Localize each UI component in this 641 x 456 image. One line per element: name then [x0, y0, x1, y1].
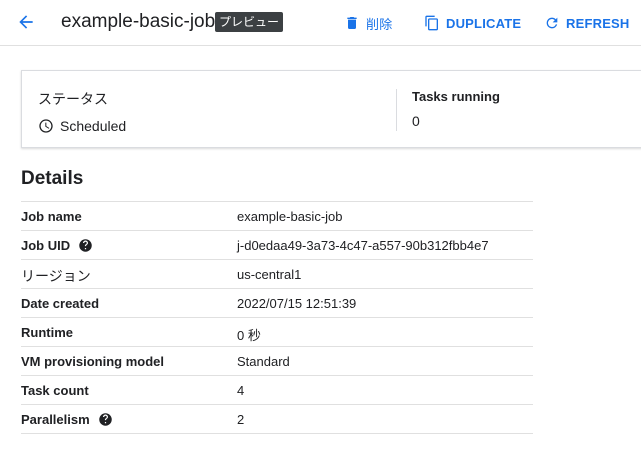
table-row: Parallelism 2	[21, 405, 533, 434]
row-value: Standard	[237, 354, 290, 369]
row-key: Parallelism	[21, 412, 113, 427]
divider	[396, 89, 397, 131]
duplicate-button[interactable]: DUPLICATE	[424, 13, 521, 33]
back-button[interactable]	[12, 8, 40, 36]
row-key: Job UID	[21, 238, 93, 253]
tasks-running-label: Tasks running	[412, 89, 500, 104]
status-value: Scheduled	[38, 118, 126, 134]
row-value: j-d0edaa49-3a73-4c47-a557-90b312fbb4e7	[237, 238, 489, 253]
copy-icon	[424, 15, 440, 31]
delete-button[interactable]: 削除	[344, 13, 392, 33]
arrow-back-icon	[19, 15, 33, 29]
status-label: ステータス	[38, 91, 108, 107]
row-value: example-basic-job	[237, 209, 343, 224]
refresh-icon	[544, 15, 560, 31]
row-value: 2	[237, 412, 245, 427]
refresh-button[interactable]: REFRESH	[544, 13, 630, 33]
row-value: 2022/07/15 12:51:39	[237, 296, 357, 311]
table-row: VM provisioning model Standard	[21, 347, 533, 376]
row-value: 0 秒	[237, 328, 261, 343]
table-row: Job name example-basic-job	[21, 202, 533, 231]
preview-badge: プレビュー	[215, 12, 284, 32]
page-title: example-basic-job	[61, 11, 216, 32]
row-key-label: Parallelism	[21, 412, 90, 427]
status-section: ステータス Scheduled	[38, 89, 126, 134]
row-key-label: Job UID	[21, 238, 71, 253]
refresh-label: REFRESH	[566, 15, 630, 31]
table-row: Task count 4	[21, 376, 533, 405]
details-title: Details	[21, 168, 84, 189]
tasks-running-section: Tasks running 0	[412, 89, 500, 129]
clock-icon	[38, 118, 54, 134]
delete-label: 削除	[366, 16, 393, 32]
row-key: Task count	[21, 383, 89, 398]
row-key: Date created	[21, 296, 100, 311]
duplicate-label: DUPLICATE	[446, 15, 522, 31]
tasks-running-value: 0	[412, 113, 420, 129]
help-icon[interactable]	[78, 238, 93, 253]
row-key: Runtime	[21, 325, 73, 340]
table-row: Runtime 0 秒	[21, 318, 533, 347]
help-icon[interactable]	[98, 412, 113, 427]
table-row: Date created 2022/07/15 12:51:39	[21, 289, 533, 318]
row-key: Job name	[21, 209, 82, 224]
table-row: Job UID j-d0edaa49-3a73-4c47-a557-90b312…	[21, 231, 533, 260]
top-app-bar: example-basic-job プレビュー 削除 DUPLICATE REF…	[0, 0, 641, 46]
row-key: VM provisioning model	[21, 354, 165, 369]
status-card: ステータス Scheduled Tasks running 0	[21, 70, 641, 148]
row-value: 4	[237, 383, 245, 398]
row-value: us-central1	[237, 267, 302, 282]
table-row: リージョン us-central1	[21, 260, 533, 289]
trash-icon	[344, 15, 360, 31]
row-key: リージョン	[21, 268, 91, 284]
details-table: Job name example-basic-job Job UID j-d0e…	[21, 201, 533, 434]
status-text: Scheduled	[60, 118, 127, 134]
